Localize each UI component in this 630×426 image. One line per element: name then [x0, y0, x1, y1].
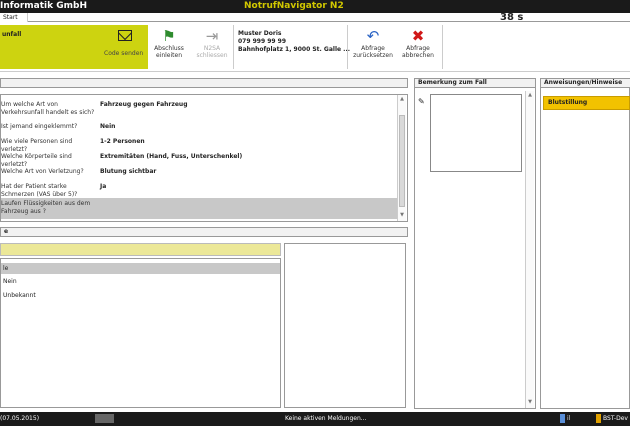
- status-progress: [95, 414, 114, 423]
- app-title: NotrufNavigator N2: [244, 1, 344, 11]
- company-name: Informatik GmbH: [0, 1, 87, 11]
- status-bar: (07.05.2015) Keine aktiven Meldungen... …: [0, 412, 630, 426]
- qa-list: Um welche Art von Verkehrsunfall handelt…: [0, 94, 408, 222]
- scroll-up-arrow-icon[interactable]: ▲: [526, 92, 534, 98]
- remark-scrollbar[interactable]: ▲ ▼: [525, 91, 534, 408]
- ribbon-toolbar: unfall Code senden ⚑ Abschluss einleiten…: [0, 23, 630, 72]
- tab-start[interactable]: Start: [0, 13, 28, 22]
- option-item[interactable]: Nein: [1, 276, 280, 287]
- status-message: Keine aktiven Meldungen...: [285, 415, 367, 422]
- undo-icon: ↶: [366, 27, 380, 45]
- code-send-button[interactable]: Code senden: [104, 50, 143, 57]
- user-icon: [560, 414, 565, 423]
- status-date: (07.05.2015): [0, 415, 40, 422]
- scroll-down-arrow-icon[interactable]: ▼: [526, 399, 534, 405]
- ribbon-separator: [233, 25, 234, 69]
- cancel-icon: ✖: [411, 27, 425, 45]
- title-bar: Informatik GmbH NotrufNavigator N2: [0, 0, 630, 13]
- alarm-title: unfall: [2, 31, 22, 38]
- instructions-panel-header: Anweisungen/Hinweise: [540, 78, 630, 88]
- qa-row-current[interactable]: Laufen Flüssigkeiten aus dem Fahrzeug au…: [1, 198, 397, 219]
- option-detail-panel: [284, 243, 406, 408]
- answer-options: le Nein Unbekannt: [0, 258, 281, 408]
- option-item[interactable]: Unbekannt: [1, 290, 280, 301]
- status-user: il: [567, 415, 571, 422]
- remark-textarea[interactable]: [430, 94, 522, 172]
- call-timer: 38 s: [500, 12, 524, 23]
- alarm-panel: unfall Code senden: [0, 25, 148, 69]
- remark-panel-header: Bemerkung zum Fall: [414, 78, 536, 88]
- tab-row: Start 38 s: [0, 12, 630, 23]
- option-item[interactable]: le: [1, 263, 280, 274]
- scroll-up-arrow-icon[interactable]: ▲: [398, 96, 406, 102]
- flag-icon: ⚑: [162, 27, 176, 45]
- n2sa-close-button[interactable]: ⇥ N2SA schliessen: [195, 27, 229, 59]
- instructions-panel: Anweisungen/Hinweise: [540, 78, 630, 409]
- qa-scrollbar[interactable]: ▲ ▼: [397, 95, 406, 221]
- scroll-down-arrow-icon[interactable]: ▼: [398, 212, 406, 218]
- ribbon-separator: [347, 25, 348, 69]
- answer-input[interactable]: [0, 243, 281, 256]
- exit-icon: ⇥: [205, 27, 219, 45]
- caller-info: Muster Doris 079 999 99 99 Bahnhofplatz …: [238, 30, 350, 54]
- status-device: BST-Dev: [603, 415, 628, 422]
- device-icon: [596, 414, 601, 423]
- reset-query-button[interactable]: ↶ Abfrage zurücksetzen: [351, 27, 395, 59]
- envelope-icon[interactable]: [118, 30, 132, 41]
- caller-phone: 079 999 99 99: [238, 38, 287, 45]
- scrollbar-thumb[interactable]: [399, 115, 405, 207]
- qa-panel-header: [0, 78, 408, 88]
- instruction-item[interactable]: Blutstillung: [543, 96, 630, 110]
- caller-address: Bahnhofplatz 1, 9000 St. Galle ...: [238, 46, 350, 53]
- answer-section-header: e: [0, 227, 408, 237]
- cancel-query-button[interactable]: ✖ Abfrage abbrechen: [398, 27, 438, 59]
- ribbon-separator: [442, 25, 443, 69]
- pencil-icon[interactable]: ✎: [418, 97, 425, 106]
- caller-name: Muster Doris: [238, 30, 282, 37]
- finish-button[interactable]: ⚑ Abschluss einleiten: [152, 27, 186, 59]
